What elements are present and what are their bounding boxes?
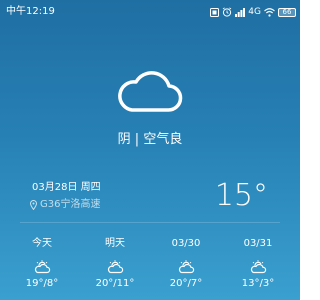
forecast-day-label: 明天 xyxy=(105,238,125,249)
cloudy-sun-icon xyxy=(177,260,195,274)
cloud-icon xyxy=(116,66,184,122)
date-line: 03月28日 周四 xyxy=(32,182,101,194)
forecast-day[interactable]: 03/30 20°/7° xyxy=(156,238,216,290)
forecast-day-label: 03/30 xyxy=(171,238,201,249)
current-date: 03月28日 xyxy=(32,182,78,193)
cloudy-sun-icon xyxy=(33,260,51,274)
status-bar: 中午12:19 4G 66 xyxy=(0,0,300,22)
weather-screen: 中午12:19 4G 66 阴 | 空气良 03月28日 周四 G36宁洛高速 … xyxy=(0,0,300,300)
network-type: 4G xyxy=(248,7,261,17)
condition-separator: | xyxy=(134,132,140,147)
status-indicators: 4G 66 xyxy=(210,5,296,19)
forecast-day-label: 今天 xyxy=(32,238,52,249)
forecast-day[interactable]: 明天 20°/11° xyxy=(85,238,145,290)
forecast-temps: 19°/8° xyxy=(25,278,59,289)
screenshot-icon xyxy=(210,7,220,17)
current-weekday: 周四 xyxy=(80,182,101,193)
battery-icon: 66 xyxy=(278,7,296,17)
forecast-temps: 20°/7° xyxy=(169,278,203,289)
weather-condition: 阴 xyxy=(117,132,131,147)
cloudy-sun-icon xyxy=(106,260,124,274)
air-quality[interactable]: 空气良 xyxy=(143,132,182,147)
wifi-icon xyxy=(264,7,275,17)
forecast-day-label: 03/31 xyxy=(243,238,273,249)
forecast-temps: 13°/3° xyxy=(241,278,275,289)
current-temperature: 15° xyxy=(214,178,268,213)
forecast-day[interactable]: 03/31 13°/3° xyxy=(228,238,288,290)
location-name: G36宁洛高速 xyxy=(40,199,101,210)
alarm-icon xyxy=(222,7,232,17)
status-time: 中午12:19 xyxy=(6,6,55,17)
forecast-row: 今天 19°/8° 明天 20°/11° 03/30 20°/7° 03/31 xyxy=(0,238,300,300)
condition-line: 阴 | 空气良 xyxy=(0,132,300,148)
divider xyxy=(20,222,280,223)
signal-icon xyxy=(235,7,246,17)
location-line[interactable]: G36宁洛高速 xyxy=(30,199,100,211)
location-pin-icon xyxy=(30,200,37,210)
forecast-day[interactable]: 今天 19°/8° xyxy=(12,238,72,290)
forecast-temps: 20°/11° xyxy=(95,278,135,289)
cloudy-sun-icon xyxy=(249,260,267,274)
